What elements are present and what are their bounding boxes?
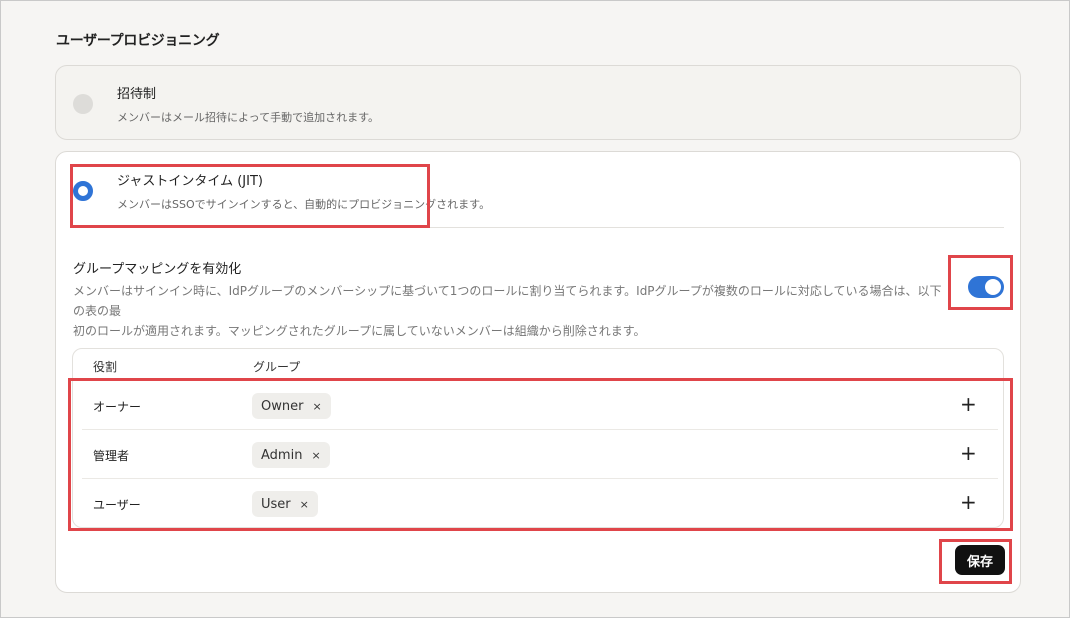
group-mapping-description: メンバーはサインイン時に、IdPグループのメンバーシップに基づいて1つのロールに… bbox=[73, 281, 943, 341]
role-label: ユーザー bbox=[93, 498, 141, 512]
invite-option-card[interactable]: 招待制 メンバーはメール招待によって手動で追加されます。 bbox=[55, 65, 1021, 140]
group-chip-label: Admin bbox=[261, 447, 303, 463]
jit-title: ジャストインタイム (JIT) bbox=[117, 174, 263, 189]
invite-radio[interactable] bbox=[73, 94, 93, 114]
role-label: 管理者 bbox=[93, 449, 130, 463]
group-chip-label: User bbox=[261, 496, 291, 512]
jit-option-card: ジャストインタイム (JIT) メンバーはSSOでサインインすると、自動的にプロ… bbox=[55, 151, 1021, 593]
remove-group-icon[interactable]: × bbox=[312, 400, 321, 413]
group-chip: Admin × bbox=[252, 442, 330, 468]
add-group-button[interactable]: + bbox=[960, 490, 977, 514]
group-chip: Owner × bbox=[252, 393, 331, 419]
table-row: オーナー Owner × + bbox=[82, 381, 998, 430]
group-chip-label: Owner bbox=[261, 398, 304, 414]
role-group-table: 役割 グループ オーナー Owner × + 管理者 Admin × + ユーザ… bbox=[72, 348, 1004, 528]
invite-description: メンバーはメール招待によって手動で追加されます。 bbox=[117, 111, 380, 124]
column-header-role: 役割 bbox=[93, 360, 118, 374]
column-header-group: グループ bbox=[253, 360, 301, 374]
add-group-button[interactable]: + bbox=[960, 441, 977, 465]
invite-title: 招待制 bbox=[117, 87, 157, 102]
jit-description: メンバーはSSOでサインインすると、自動的にプロビジョニングされます。 bbox=[117, 198, 491, 211]
window-frame: ユーザープロビジョニング 招待制 メンバーはメール招待によって手動で追加されます… bbox=[0, 0, 1070, 618]
table-row: ユーザー User × + bbox=[82, 479, 998, 528]
group-mapping-title: グループマッピングを有効化 bbox=[73, 262, 242, 277]
group-mapping-description-line1: メンバーはサインイン時に、IdPグループのメンバーシップに基づいて1つのロールに… bbox=[73, 284, 942, 318]
table-row: 管理者 Admin × + bbox=[82, 430, 998, 479]
add-group-button[interactable]: + bbox=[960, 392, 977, 416]
divider bbox=[72, 227, 1004, 228]
section-title: ユーザープロビジョニング bbox=[56, 33, 220, 49]
group-mapping-toggle[interactable] bbox=[968, 276, 1004, 298]
remove-group-icon[interactable]: × bbox=[300, 498, 309, 511]
role-label: オーナー bbox=[93, 400, 142, 414]
group-mapping-description-line2: 初のロールが適用されます。マッピングされたグループに属していないメンバーは組織か… bbox=[73, 324, 646, 338]
save-button[interactable]: 保存 bbox=[955, 545, 1005, 575]
jit-radio[interactable] bbox=[73, 181, 93, 201]
group-chip: User × bbox=[252, 491, 318, 517]
remove-group-icon[interactable]: × bbox=[311, 449, 320, 462]
toggle-knob bbox=[985, 279, 1001, 295]
